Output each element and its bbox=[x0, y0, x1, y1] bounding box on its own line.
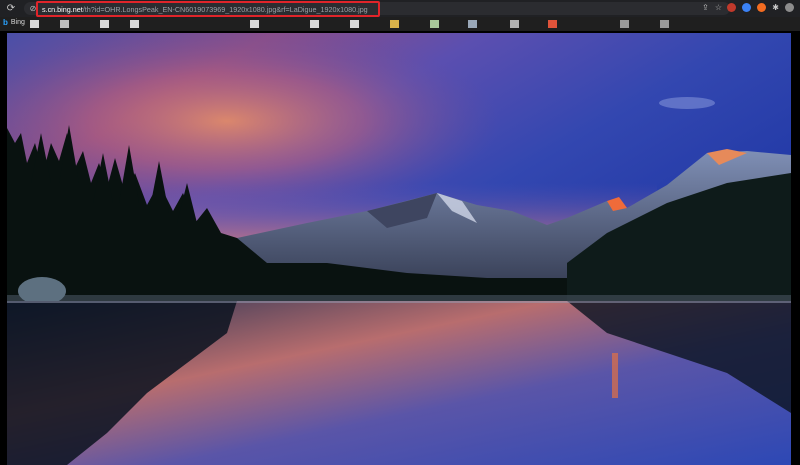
share-icon[interactable]: ⇪ bbox=[702, 3, 709, 12]
bookmark-label: Bing bbox=[10, 19, 25, 26]
bookmark-bing[interactable]: b Bing bbox=[3, 18, 25, 27]
bookmark-favicon[interactable] bbox=[60, 20, 69, 28]
landscape-photo[interactable] bbox=[7, 33, 791, 465]
bookmark-favicon[interactable] bbox=[468, 20, 477, 28]
url-highlight[interactable]: s.cn.bing.net/th?id=OHR.LongsPeak_EN-CN6… bbox=[36, 1, 380, 17]
image-viewport bbox=[0, 31, 800, 465]
extension-red-icon[interactable] bbox=[727, 3, 737, 12]
extension-orange-icon[interactable] bbox=[757, 3, 767, 12]
bing-logo-icon: b bbox=[3, 18, 8, 27]
bookmark-favicon[interactable] bbox=[548, 20, 557, 28]
bookmark-favicon[interactable] bbox=[510, 20, 519, 28]
url-domain: s.cn.bing.net bbox=[42, 4, 83, 14]
bookmark-favicon[interactable] bbox=[250, 20, 259, 28]
omnibox-actions: ⇪ ☆ bbox=[702, 3, 722, 12]
landscape-illustration bbox=[7, 33, 791, 465]
bookmark-favicon[interactable] bbox=[620, 20, 629, 28]
address-bar[interactable]: ⊘ s.cn.bing.net/th?id=OHR.LongsPeak_EN-C… bbox=[24, 1, 730, 17]
bookmark-favicon[interactable] bbox=[350, 20, 359, 28]
bookmark-star-icon[interactable]: ☆ bbox=[715, 3, 722, 12]
browser-window: ⟳ ⌂ ⊘ s.cn.bing.net/th?id=OHR.LongsPeak_… bbox=[0, 0, 800, 465]
bookmark-favicon[interactable] bbox=[130, 20, 139, 28]
bookmark-favicon[interactable] bbox=[430, 20, 439, 28]
bookmark-favicon[interactable] bbox=[660, 20, 669, 28]
bookmark-favicon[interactable] bbox=[30, 20, 39, 28]
profile-avatar[interactable] bbox=[785, 3, 794, 12]
bookmark-favicon[interactable] bbox=[100, 20, 109, 28]
reload-icon[interactable]: ⟳ bbox=[4, 2, 18, 16]
extensions-area: ✱ bbox=[727, 3, 794, 12]
bookmark-favicon[interactable] bbox=[310, 20, 319, 28]
extension-blue-icon[interactable] bbox=[742, 3, 752, 12]
toolbar: ⟳ ⌂ ⊘ s.cn.bing.net/th?id=OHR.LongsPeak_… bbox=[0, 0, 800, 17]
bookmark-favicon[interactable] bbox=[390, 20, 399, 28]
url-path: /th?id=OHR.LongsPeak_EN-CN6019073969_192… bbox=[82, 4, 368, 14]
extensions-puzzle-icon[interactable]: ✱ bbox=[772, 3, 779, 12]
bookmarks-bar: b Bing bbox=[0, 17, 800, 31]
